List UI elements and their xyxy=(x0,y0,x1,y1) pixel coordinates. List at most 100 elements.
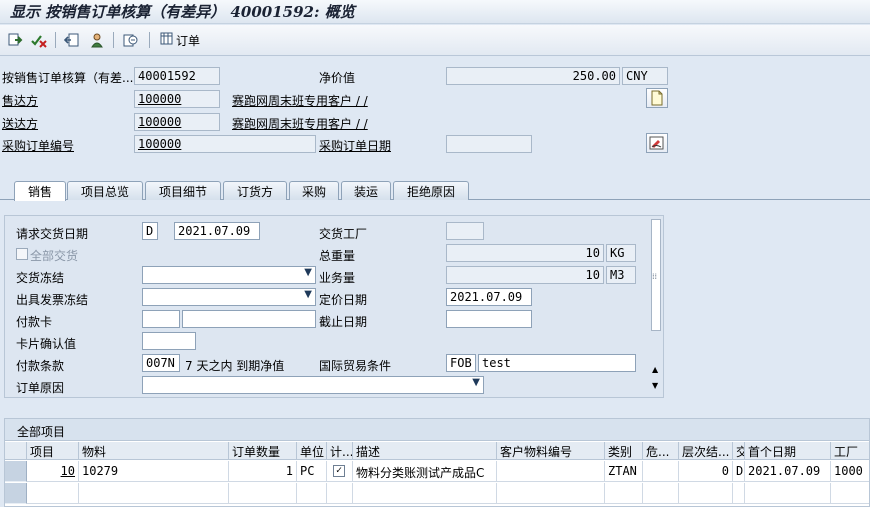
incoterms-text-field[interactable]: test xyxy=(478,354,636,372)
select-all-header[interactable] xyxy=(5,442,27,460)
header-section: 按销售订单核算（有差... 40001592 净价值 250.00 CNY 售达… xyxy=(0,57,870,179)
expiry-date-label: 截止日期 xyxy=(319,315,368,329)
tab-item-overview[interactable]: 项目总览 xyxy=(67,181,143,200)
partner-person-icon[interactable] xyxy=(88,31,106,49)
customer-material-cell[interactable] xyxy=(497,461,605,482)
tab-shipping[interactable]: 装运 xyxy=(341,181,391,200)
col-header[interactable]: 描述 xyxy=(353,442,497,460)
ship-to-label[interactable]: 送达方 xyxy=(2,115,38,132)
items-table: 全部项目 项目 物料 订单数量 单位 计... 描述 客户物料编号 类别 危..… xyxy=(4,418,870,507)
po-date-field[interactable] xyxy=(446,135,532,153)
document-icon[interactable] xyxy=(646,88,668,108)
empty-cell[interactable] xyxy=(229,483,297,504)
tab-ordering-party[interactable]: 订货方 xyxy=(223,181,287,200)
hazard-cell[interactable] xyxy=(643,461,679,482)
calc-checkbox[interactable]: ✓ xyxy=(333,465,345,477)
net-value-field[interactable]: 250.00 xyxy=(446,67,620,85)
scroll-down-icon[interactable]: ▼ xyxy=(652,381,658,390)
plant-cell[interactable]: 1000 xyxy=(831,461,869,482)
empty-cell[interactable] xyxy=(497,483,605,504)
document-number-field[interactable]: 40001592 xyxy=(134,67,220,85)
material-cell[interactable]: 10279 xyxy=(79,461,229,482)
ship-to-name[interactable]: 赛跑网周末班专用客户 / / xyxy=(232,115,368,132)
delivery-type-cell[interactable]: D xyxy=(733,461,745,482)
empty-cell[interactable] xyxy=(297,483,327,504)
col-header[interactable]: 类别 xyxy=(605,442,643,460)
volume-unit-field[interactable]: M3 xyxy=(606,266,636,284)
total-weight-field[interactable]: 10 xyxy=(446,244,604,262)
empty-cell[interactable] xyxy=(643,483,679,504)
currency-field[interactable]: CNY xyxy=(622,67,668,85)
col-header[interactable]: 工厂 xyxy=(831,442,869,460)
col-header[interactable]: 物料 xyxy=(79,442,229,460)
item-category-cell[interactable]: ZTAN xyxy=(605,461,643,482)
row-selector[interactable] xyxy=(5,461,27,482)
order-qty-cell[interactable]: 1 xyxy=(229,461,297,482)
row-selector[interactable] xyxy=(5,483,27,504)
document-label: 按销售订单核算（有差... xyxy=(2,71,134,85)
empty-cell[interactable] xyxy=(79,483,229,504)
cancel-check-icon[interactable] xyxy=(30,31,48,49)
billing-block-dropdown[interactable]: ▼ xyxy=(142,288,316,306)
card-verification-field[interactable] xyxy=(142,332,196,350)
payment-card-number-field[interactable] xyxy=(182,310,316,328)
display-change-icon[interactable] xyxy=(6,31,24,49)
empty-cell[interactable] xyxy=(327,483,353,504)
tab-sales[interactable]: 销售 xyxy=(14,181,66,201)
sold-to-name[interactable]: 赛跑网周末班专用客户 / / xyxy=(232,92,368,109)
pricing-date-field[interactable]: 2021.07.09 xyxy=(446,288,532,306)
empty-cell[interactable] xyxy=(733,483,745,504)
expiry-date-field[interactable] xyxy=(446,310,532,328)
hierarchy-cell[interactable]: 0 xyxy=(679,461,733,482)
complete-delivery-checkbox[interactable] xyxy=(16,248,28,260)
payment-terms-code-field[interactable]: 007N xyxy=(142,354,180,372)
description-cell[interactable]: 物料分类账测试产成品C xyxy=(353,461,497,482)
panel-scrollbar[interactable]: ⁞⁞ ▲ ▼ xyxy=(649,217,662,396)
header-details-icon[interactable] xyxy=(63,31,81,49)
empty-cell[interactable] xyxy=(605,483,643,504)
col-header[interactable]: 计... xyxy=(327,442,353,460)
col-header[interactable]: 交 xyxy=(733,442,745,460)
po-date-label[interactable]: 采购订单日期 xyxy=(319,137,391,154)
req-delivery-date-field[interactable]: 2021.07.09 xyxy=(174,222,260,240)
delivery-block-dropdown[interactable]: ▼ xyxy=(142,266,316,284)
items-table-title: 全部项目 xyxy=(5,419,869,441)
col-header[interactable]: 首个日期 xyxy=(745,442,831,460)
empty-cell[interactable] xyxy=(353,483,497,504)
item-number-cell[interactable]: 10 xyxy=(27,461,79,482)
ship-to-field[interactable]: 100000 xyxy=(134,113,220,131)
col-header[interactable]: 单位 xyxy=(297,442,327,460)
payment-card-type-field[interactable] xyxy=(142,310,180,328)
scrollbar-grip-icon[interactable]: ⁞⁞ xyxy=(652,272,657,281)
col-header[interactable]: 订单数量 xyxy=(229,442,297,460)
empty-cell[interactable] xyxy=(679,483,733,504)
col-header[interactable]: 项目 xyxy=(27,442,79,460)
po-number-label[interactable]: 采购订单编号 xyxy=(2,137,74,154)
col-header[interactable]: 危... xyxy=(643,442,679,460)
empty-cell[interactable] xyxy=(745,483,831,504)
edit-signature-icon[interactable] xyxy=(646,133,668,153)
col-header[interactable]: 层次结... xyxy=(679,442,733,460)
volume-label: 业务量 xyxy=(319,271,356,285)
order-reason-dropdown[interactable]: ▼ xyxy=(142,376,484,394)
scroll-up-icon[interactable]: ▲ xyxy=(652,365,658,374)
volume-field[interactable]: 10 xyxy=(446,266,604,284)
weight-unit-field[interactable]: KG xyxy=(606,244,636,262)
req-date-type-field[interactable]: D xyxy=(142,222,158,240)
po-number-field[interactable]: 100000 xyxy=(134,135,316,153)
document-flow-icon[interactable] xyxy=(121,31,141,49)
tab-item-detail[interactable]: 项目细节 xyxy=(145,181,221,200)
empty-cell[interactable] xyxy=(27,483,79,504)
delivery-plant-field[interactable] xyxy=(446,222,484,240)
col-header[interactable]: 客户物料编号 xyxy=(497,442,605,460)
order-button[interactable]: 订单 xyxy=(160,31,200,49)
tab-rejection-reason[interactable]: 拒绝原因 xyxy=(393,181,469,200)
first-date-cell[interactable]: 2021.07.09 xyxy=(745,461,831,482)
incoterms-code-field[interactable]: FOB xyxy=(446,354,476,372)
tab-procurement[interactable]: 采购 xyxy=(289,181,339,200)
sold-to-field[interactable]: 100000 xyxy=(134,90,220,108)
sold-to-label[interactable]: 售达方 xyxy=(2,92,38,109)
total-weight-label: 总重量 xyxy=(319,249,356,263)
empty-cell[interactable] xyxy=(831,483,869,504)
unit-cell[interactable]: PC xyxy=(297,461,327,482)
